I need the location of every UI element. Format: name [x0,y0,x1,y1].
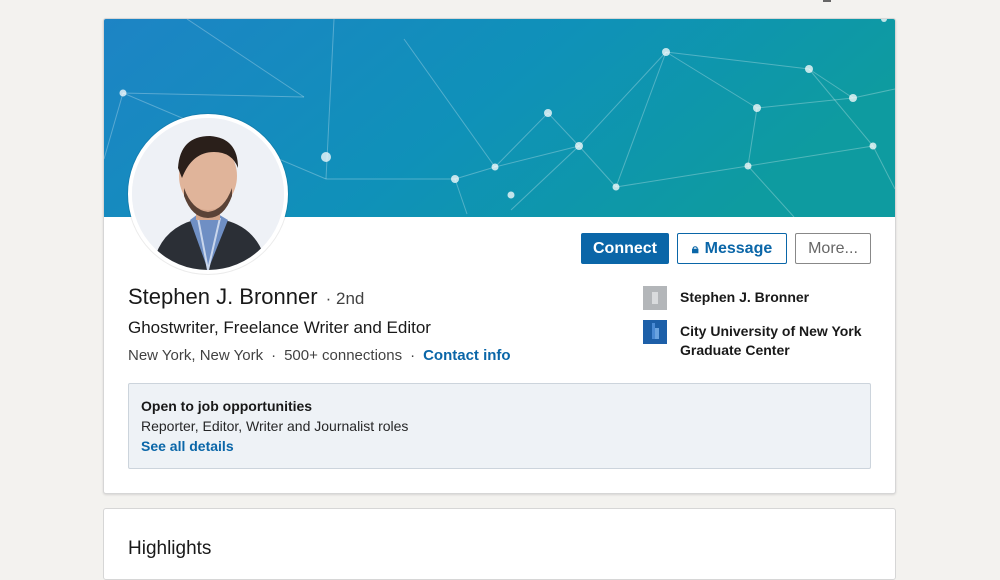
company-icon [643,286,667,310]
open-to-work-box: Open to job opportunities Reporter, Edit… [128,383,871,469]
meta-separator: · [271,347,277,364]
meta-separator: · [410,347,416,364]
degree-label: 2nd [335,289,365,308]
message-button[interactable]: 🔒︎ Message [677,233,787,264]
open-to-work-title: Open to job opportunities [141,398,313,414]
profile-name: Stephen J. Bronner [128,284,318,309]
profile-avatar[interactable] [128,114,288,274]
org-name: City University of New York Graduate Cen… [680,323,862,358]
connections-count: 500+ connections [284,347,403,364]
more-button[interactable]: More... [795,233,871,264]
school-logo-icon [643,320,667,344]
see-all-details-link[interactable]: See all details [141,438,858,454]
highlights-title: Highlights [128,538,212,559]
connect-button[interactable]: Connect [581,233,669,264]
org-name: Stephen J. Bronner [680,289,810,305]
message-label: Message [704,239,773,257]
contact-info-link[interactable]: Contact info [423,347,511,364]
location: New York, New York [128,347,264,364]
highlights-card: Highlights [103,508,896,580]
profile-headline: Ghostwriter, Freelance Writer and Editor [128,318,431,337]
profile-card: Connect 🔒︎ Message More... Stephen J. Br… [103,18,896,494]
connection-degree: · 2nd [326,289,365,309]
name-row: Stephen J. Bronner · 2nd [128,284,364,310]
top-edge-mark [823,0,831,2]
degree-separator: · [325,289,332,308]
lock-icon: 🔒︎ [691,240,699,256]
open-to-work-roles: Reporter, Editor, Writer and Journalist … [141,418,409,434]
org-item-school[interactable]: City University of New York Graduate Cen… [643,320,880,360]
profile-meta: New York, New York · 500+ connections · … [128,347,511,364]
org-item-company[interactable]: Stephen J. Bronner [643,286,880,310]
